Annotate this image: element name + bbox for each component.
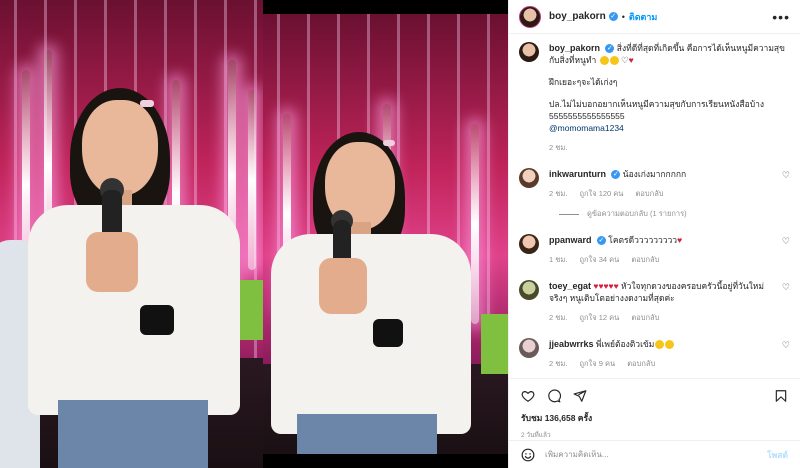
- white-heart-emoji-icon: ♡: [621, 55, 629, 65]
- follow-button[interactable]: ติดตาม: [629, 10, 658, 24]
- view-replies-button[interactable]: ดูข้อความตอบกลับ (1 รายการ): [559, 208, 790, 220]
- view-count[interactable]: รับชม 136,658 ครั้ง: [521, 411, 788, 425]
- commenter-avatar[interactable]: [519, 168, 539, 188]
- caption-line3: ปล.ไม่ไม่บอกอยากเห็นหนูมีความสุขกับการเร…: [549, 99, 765, 121]
- verified-icon: ✓: [611, 170, 621, 180]
- comment-icon[interactable]: [547, 389, 561, 403]
- comment-username[interactable]: inkwarunturn: [549, 169, 606, 179]
- red-heart-emoji-icon: ♥: [677, 235, 683, 245]
- comments-list[interactable]: boy_pakorn ✓ สิ่งที่ดีที่สุดที่เกิดขึ้น …: [509, 34, 800, 374]
- comment-item: jjeabwrrks พี่เพย์ต้องติวเข้ม 2 ชม. ถูกใ…: [519, 338, 790, 370]
- more-icon[interactable]: •••: [772, 9, 790, 25]
- reply-button[interactable]: ตอบกลับ: [636, 189, 664, 198]
- header-separator: •: [621, 11, 625, 22]
- video-frame-left: [0, 0, 263, 468]
- verified-icon: ✓: [608, 12, 618, 21]
- comment-time: 1 ชม.: [549, 255, 568, 264]
- video-frame-right: [263, 14, 508, 454]
- comment-likes[interactable]: ถูกใจ 9 คน: [579, 359, 615, 368]
- comment-likes[interactable]: ถูกใจ 12 คน: [579, 313, 619, 322]
- comment-item: inkwarunturn ✓ น้องเก่งมากกกกก 2 ชม. ถูก…: [519, 168, 790, 200]
- post-media[interactable]: [0, 0, 508, 468]
- heart-eyes-emoji-icon: [655, 340, 665, 350]
- commenter-avatar[interactable]: [519, 234, 539, 254]
- post-header: boy_pakorn ✓ • ติดตาม •••: [509, 0, 800, 34]
- commenter-avatar[interactable]: [519, 280, 539, 300]
- comment-time: 2 ชม.: [549, 359, 568, 368]
- author-avatar[interactable]: [519, 5, 541, 28]
- comment-likes[interactable]: ถูกใจ 120 คน: [579, 189, 623, 198]
- reply-button[interactable]: ตอบกลับ: [631, 255, 659, 264]
- comment-text: โคตรดีววววววววว: [608, 235, 678, 245]
- comment-username[interactable]: ppanward: [549, 235, 592, 245]
- commenter-avatar[interactable]: [519, 338, 539, 358]
- comment-item: toey_egat ♥♥♥♥♥ หัวใจทุกดวงของครอบครัวนี…: [519, 280, 790, 324]
- red-heart-emoji-icon: ♥: [628, 55, 634, 65]
- caption-time: 2 ชม.: [549, 143, 568, 152]
- smile-icon[interactable]: [521, 448, 535, 462]
- caption-avatar[interactable]: [519, 42, 539, 62]
- smile-emoji-icon: [599, 56, 609, 66]
- heart-icon[interactable]: ♡: [782, 170, 790, 181]
- comment-time: 2 ชม.: [549, 189, 568, 198]
- comment-text: พี่เพย์ต้องติวเข้ม: [595, 339, 655, 349]
- caption-line2: ฝึกเยอะๆจะได้เก่งๆ: [549, 77, 618, 87]
- post-actions: รับชม 136,658 ครั้ง 2 วันที่แล้ว: [509, 378, 800, 440]
- author-username[interactable]: boy_pakorn: [549, 11, 606, 22]
- red-heart-emoji-icon: ♥♥♥♥♥: [593, 281, 619, 291]
- comment-time: 2 ชม.: [549, 313, 568, 322]
- comment-composer: โพสต์: [509, 440, 800, 468]
- caption-mention[interactable]: @momomama1234: [549, 122, 790, 134]
- heart-icon[interactable]: ♡: [782, 282, 790, 293]
- comment-username[interactable]: toey_egat: [549, 281, 591, 291]
- view-replies-label: ดูข้อความตอบกลับ (1 รายการ): [587, 209, 687, 218]
- comment-username[interactable]: jjeabwrrks: [549, 339, 594, 349]
- caption: boy_pakorn ✓ สิ่งที่ดีที่สุดที่เกิดขึ้น …: [519, 42, 790, 154]
- reply-button[interactable]: ตอบกลับ: [631, 313, 659, 322]
- comment-input[interactable]: [545, 450, 768, 459]
- comment-item: ppanward ✓ โคตรดีววววววววว♥ 1 ชม. ถูกใจ …: [519, 234, 790, 266]
- heart-icon[interactable]: ♡: [782, 236, 790, 247]
- reply-button[interactable]: ตอบกลับ: [627, 359, 655, 368]
- heart-eyes-emoji-icon: [665, 340, 675, 350]
- smile-emoji-icon: [609, 56, 619, 66]
- post-sidebar: boy_pakorn ✓ • ติดตาม ••• boy_pakorn ✓ ส…: [508, 0, 800, 468]
- verified-icon: ✓: [605, 44, 615, 54]
- post-time: 2 วันที่แล้ว: [521, 432, 551, 439]
- post-comment-button[interactable]: โพสต์: [767, 448, 788, 462]
- comment-text: น้องเก่งมากกกกก: [622, 169, 687, 179]
- comment-likes[interactable]: ถูกใจ 34 คน: [579, 255, 619, 264]
- bookmark-icon[interactable]: [774, 389, 788, 403]
- verified-icon: ✓: [596, 236, 606, 246]
- heart-icon[interactable]: ♡: [782, 340, 790, 351]
- caption-username[interactable]: boy_pakorn: [549, 43, 600, 53]
- like-heart-icon[interactable]: [521, 389, 535, 403]
- share-icon[interactable]: [573, 389, 587, 403]
